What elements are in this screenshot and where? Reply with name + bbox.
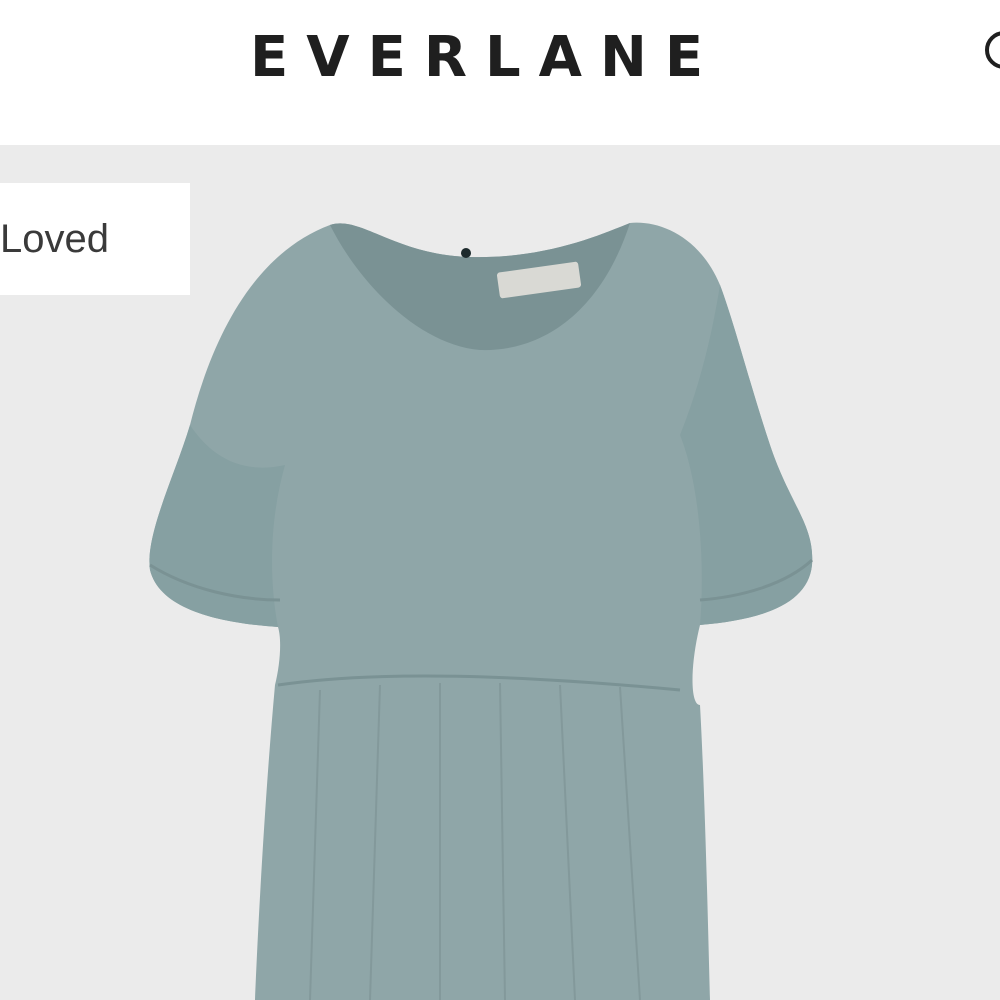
brand-logo[interactable]: EVERLANE <box>250 28 721 88</box>
site-header: EVERLANE <box>0 0 1000 145</box>
product-image-area[interactable]: Loved <box>0 145 1000 1000</box>
loved-badge: Loved <box>0 183 190 295</box>
badge-label: Loved <box>0 216 109 261</box>
search-icon[interactable] <box>982 28 1000 72</box>
